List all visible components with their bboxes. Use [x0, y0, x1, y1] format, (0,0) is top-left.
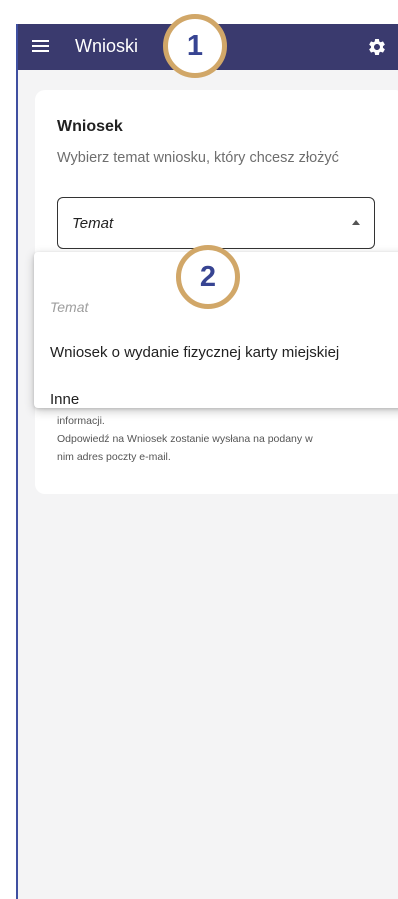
info-text: informacji. Odpowiedź na Wniosek zostani…	[57, 412, 387, 466]
dropdown-placeholder: Temat	[50, 299, 89, 315]
info-line: nim adres poczty e-mail.	[57, 451, 171, 463]
caret-up-icon	[352, 220, 360, 225]
card-title: Wniosek	[57, 118, 123, 135]
step-badge-2: 2	[176, 245, 240, 309]
info-line: informacji.	[57, 415, 105, 427]
dropdown-option-other[interactable]: Inne	[50, 391, 79, 408]
card-subtitle: Wybierz temat wniosku, który chcesz złoż…	[57, 150, 339, 166]
info-line: Odpowiedź na Wniosek zostanie wysłana na…	[57, 433, 313, 445]
step-badge-1: 1	[163, 14, 227, 78]
hamburger-menu-icon[interactable]	[32, 40, 49, 53]
topic-select[interactable]: Temat	[57, 197, 375, 249]
page-title: Wnioski	[75, 36, 139, 56]
phone-screen: Wnioski Wniosek Wybierz temat wniosku, k…	[16, 24, 398, 899]
dropdown-option-physical-card[interactable]: Wniosek o wydanie fizycznej karty miejsk…	[50, 344, 339, 361]
gear-icon[interactable]	[367, 37, 387, 57]
topic-select-label: Temat	[72, 215, 114, 232]
